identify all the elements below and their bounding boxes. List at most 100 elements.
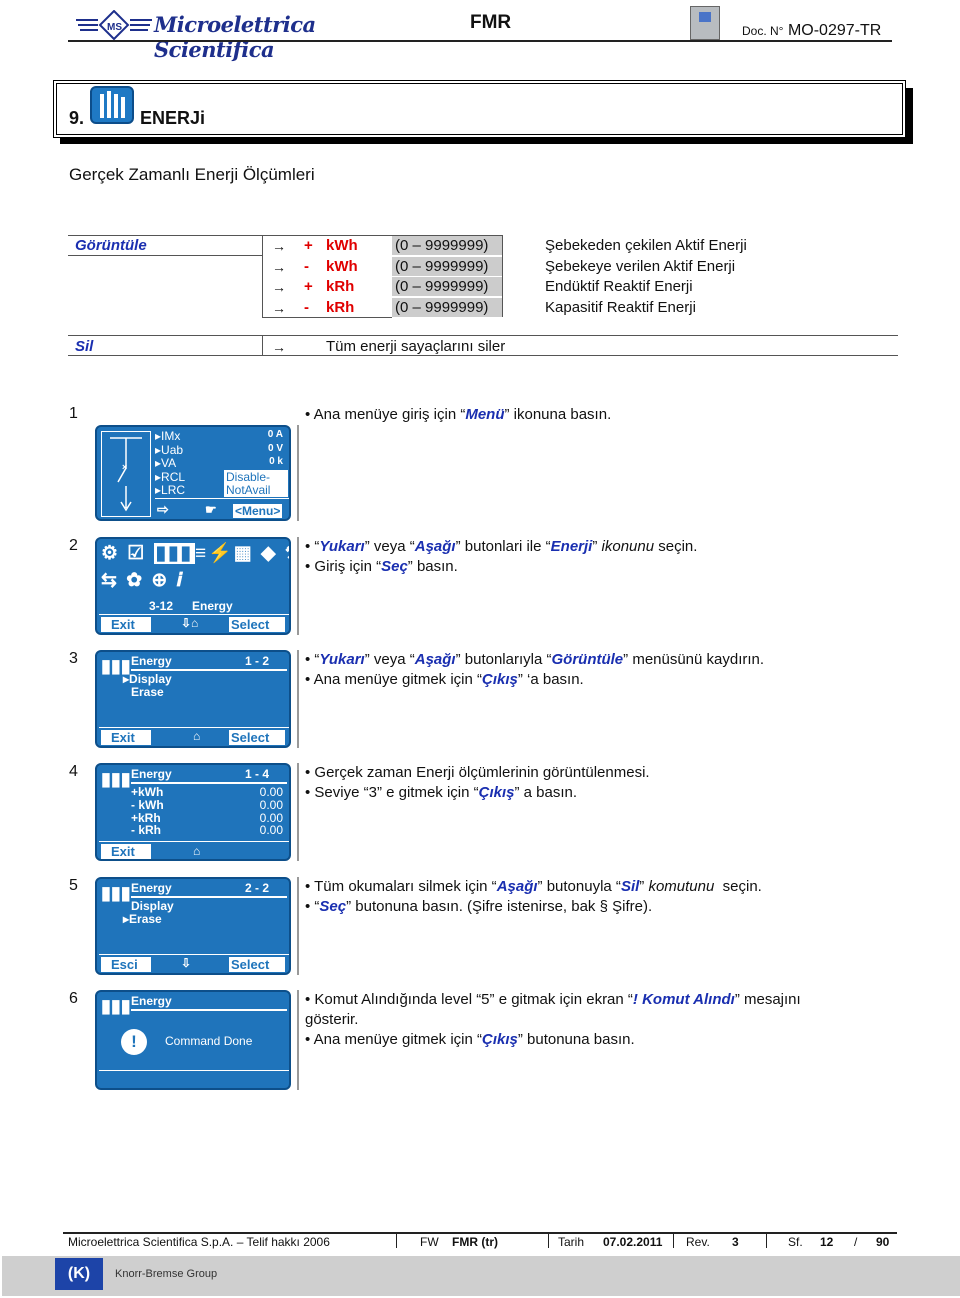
table-rule (68, 255, 262, 256)
description: Kapasitif Reaktif Enerji (545, 298, 696, 316)
screen-icon-menu: ⚙ ☑ ▮▮▮≡⚡▦ ◆ ⚒ ⊖ ⇆ ✿ ⊕ 𝒊 3-12 Energy Exi… (95, 537, 291, 635)
exit-button[interactable]: Exit (101, 617, 151, 632)
menu-row-label[interactable]: ▸Uab (155, 443, 183, 457)
text-segment: Sil (620, 878, 640, 895)
menu-index: 3-12 (149, 599, 174, 613)
page-label: Sf. (788, 1235, 803, 1249)
sign: - (304, 257, 309, 275)
text-segment: ” butonuna basın. (517, 1031, 635, 1048)
text-segment: Yukarı (319, 538, 365, 555)
menu-row-value: Disable- (224, 469, 288, 484)
range: (0 – 9999999) (392, 256, 502, 277)
text-segment: Seç (319, 898, 347, 915)
page-value: 12 (820, 1235, 834, 1249)
step-number: 2 (69, 537, 78, 554)
range: (0 – 9999999) (392, 277, 502, 297)
text-segment: ” butonlarıyla “ (455, 651, 552, 668)
menu-row-label[interactable]: ▸RCL (155, 470, 185, 484)
section-title: ENERJi (140, 108, 206, 128)
text-segment: gösterir. (305, 1011, 359, 1028)
step-line: • Tüm okumaları silmek için “Aşağı” buto… (305, 877, 865, 897)
screen-main: × ⇨ ☛ <Menu> ▸IMx 0 A ▸Uab 0 V ▸VA 0 k ▸RCL Dis… (95, 425, 291, 521)
doc-prefix: Doc. N° (742, 24, 784, 38)
text-segment: ” butonuna basın. (Şifre istenirse, bak … (346, 898, 653, 915)
menu-row-label[interactable]: ▸IMx (155, 429, 180, 443)
text-segment: • Ana menüye giriş için “ (305, 406, 466, 423)
menu-row-label[interactable]: ▸VA (155, 456, 176, 470)
text-segment: komutunu (648, 878, 715, 895)
text-segment: ” veya “ (364, 651, 415, 668)
step-line: • Giriş için “Seç” basın. (305, 557, 865, 577)
text-segment: Çıkış (478, 784, 515, 801)
menu-button[interactable]: <Menu> (233, 504, 283, 518)
footer-divider (63, 1232, 897, 1234)
menu-item-erase[interactable]: Erase (129, 912, 162, 926)
doc-number: Doc. N° MO-0297-TR (742, 22, 881, 40)
ms-emblem-icon: MS (76, 9, 152, 41)
text-segment: • Komut Alındığında level “5” e gitmak i… (305, 991, 633, 1008)
table-rule (262, 235, 263, 317)
text-segment: • “ (305, 898, 320, 915)
page-sep: / (854, 1235, 858, 1249)
step-line: gösterir. (305, 1010, 865, 1030)
unit: kWh (326, 257, 358, 275)
menu-caption: Energy (192, 599, 233, 613)
step-number: 4 (69, 763, 78, 780)
range: (0 – 9999999) (392, 297, 502, 318)
step-line: • Ana menüye gitmek için “Çıkış” butonun… (305, 1030, 865, 1050)
energy-row-label: - kRh (131, 823, 161, 838)
down-icon: ⇩ (181, 956, 192, 970)
energy-icon: ▮▮▮ (101, 883, 131, 903)
exit-button[interactable]: Exit (101, 730, 151, 745)
range: (0 – 9999999) (392, 236, 502, 256)
select-button[interactable]: Select (229, 957, 285, 972)
rev-value: 3 (732, 1235, 739, 1249)
command-message: Command Done (165, 1034, 253, 1048)
home-icon: ⌂ (193, 729, 201, 743)
rev-label: Rev. (686, 1235, 710, 1249)
exit-button[interactable]: Esci (101, 957, 151, 972)
step-number: 3 (69, 650, 78, 667)
text-segment: • “ (305, 651, 320, 668)
menu-row-label[interactable]: ▸LRC (155, 483, 185, 497)
screen-command-done: ▮▮▮ Energy ! Command Done (95, 990, 291, 1090)
text-segment: Menü (465, 406, 505, 423)
step-number: 5 (69, 877, 78, 894)
menu-icons-row2: ⇆ ✿ ⊕ 𝒊 (101, 570, 184, 591)
text-segment: ” ‘a basın. (517, 671, 584, 688)
brand-name: Microelettrica Scientifica (154, 12, 316, 62)
menu-row-value: NotAvail (224, 483, 288, 497)
unit: kWh (326, 237, 358, 254)
screen-energy-menu: ▮▮▮ Energy 1 - 2 ▸Display Erase Exit ⌂ S… (95, 650, 291, 748)
step-divider (297, 650, 299, 748)
arrow-icon: → (272, 299, 286, 316)
table-rule (68, 355, 898, 356)
knorr-bremse-logo: (K) (55, 1258, 103, 1290)
step-text: • Ana menüye giriş için “Menü” ikonuna b… (305, 405, 865, 425)
screen-title: Energy (131, 881, 172, 895)
text-segment: seçin. (654, 538, 698, 555)
menu-item-erase[interactable]: Erase (131, 685, 164, 699)
menu-icons: ⚙ ☑ ▮▮▮≡⚡▦ ◆ ⚒ ⊖ (101, 543, 289, 564)
select-button[interactable]: Select (229, 617, 285, 632)
select-button[interactable]: Select (229, 730, 285, 745)
text-segment: ” butonuyla “ (537, 878, 621, 895)
text-segment: • Ana menüye gitmek için “ (305, 1031, 482, 1048)
menu-item-display[interactable]: Display (129, 672, 172, 686)
step-line: • “Yukarı” veya “Aşağı” butonlari ile “E… (305, 537, 865, 557)
device-image (690, 6, 720, 40)
erase-desc: Tüm enerji sayaçlarını siler (326, 338, 506, 355)
description: Endüktif Reaktif Enerji (545, 278, 693, 295)
energy-row-value: 0.00 (259, 823, 283, 838)
text-segment: ” basın. (407, 558, 458, 575)
menu-item-display[interactable]: Display (131, 899, 174, 913)
description: Şebekeye verilen Aktif Enerji (545, 257, 736, 275)
text-segment: ” (592, 538, 602, 555)
step-number: 6 (69, 990, 78, 1007)
text-segment: • “ (305, 538, 320, 555)
fw-label: FW (420, 1235, 439, 1249)
unit: kRh (326, 298, 355, 316)
exit-button[interactable]: Exit (101, 844, 151, 859)
step-text: • “Yukarı” veya “Aşağı” butonlarıyla “Gö… (305, 650, 865, 690)
sign: + (304, 237, 313, 254)
